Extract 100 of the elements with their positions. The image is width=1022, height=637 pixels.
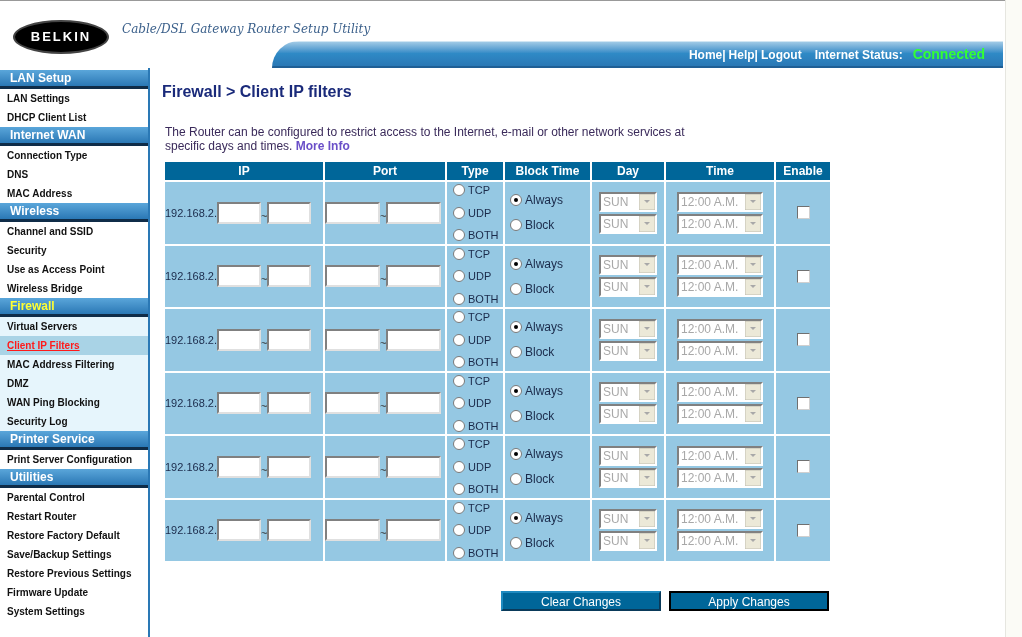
type-radio[interactable] [453, 546, 465, 559]
port-end-field[interactable] [386, 455, 442, 478]
ip-end-field[interactable] [267, 265, 312, 288]
ip-start-field[interactable] [217, 328, 261, 351]
sidebar-link[interactable]: Connection Type [0, 146, 148, 165]
type-radio[interactable] [453, 483, 465, 496]
sidebar-section-header: Firewall [0, 298, 148, 317]
type-label: BOTH [468, 228, 499, 243]
sidebar-link[interactable]: Restart Router [0, 507, 148, 526]
sidebar-link[interactable]: WAN Ping Blocking [0, 393, 148, 412]
type-radio[interactable] [453, 270, 465, 283]
type-radio[interactable] [453, 184, 465, 197]
block-time-radio[interactable] [510, 346, 522, 359]
header-link[interactable]: Help| [728, 45, 758, 64]
ip-start-field[interactable] [217, 265, 261, 288]
block-time-radio[interactable] [510, 473, 522, 486]
type-radio[interactable] [453, 247, 465, 260]
port-start-field[interactable] [325, 392, 380, 415]
sidebar-link[interactable]: DMZ [0, 374, 148, 393]
form-button[interactable]: Apply Changes [669, 591, 829, 611]
sidebar-link[interactable]: Security [0, 241, 148, 260]
ip-end-field[interactable] [267, 455, 312, 478]
port-start-field[interactable] [325, 328, 380, 351]
sidebar-link[interactable]: Print Server Configuration [0, 450, 148, 469]
sidebar-link[interactable]: MAC Address [0, 184, 148, 203]
sidebar-link[interactable]: Security Log [0, 412, 148, 431]
ip-end-field[interactable] [267, 328, 312, 351]
sidebar-link[interactable]: System Settings [0, 602, 148, 621]
type-radio[interactable] [453, 229, 465, 242]
header-link[interactable]: Home| [688, 45, 726, 64]
type-radio[interactable] [453, 356, 465, 369]
block-time-radio[interactable] [510, 257, 522, 270]
type-radio[interactable] [453, 419, 465, 432]
port-start-field[interactable] [325, 265, 380, 288]
ip-start-field[interactable] [217, 455, 261, 478]
ip-start-field[interactable] [217, 519, 261, 542]
sidebar-link[interactable]: DHCP Client List [0, 108, 148, 127]
port-end-field[interactable] [386, 392, 442, 415]
type-radio[interactable] [453, 524, 465, 537]
type-radio[interactable] [453, 311, 465, 324]
port-end-field[interactable] [386, 328, 442, 351]
sidebar-link[interactable]: LAN Settings [0, 89, 148, 108]
enable-checkbox[interactable] [796, 396, 810, 410]
enable-checkbox[interactable] [796, 460, 810, 474]
block-time-radio[interactable] [510, 384, 522, 397]
type-label: UDP [468, 459, 492, 475]
type-radio[interactable] [453, 374, 465, 387]
port-end-field[interactable] [386, 519, 442, 542]
block-time-radio[interactable] [510, 219, 522, 232]
ip-end-field[interactable] [267, 519, 312, 542]
type-radio[interactable] [453, 438, 465, 451]
enable-checkbox[interactable] [796, 206, 810, 220]
sidebar-link[interactable]: Channel and SSID [0, 222, 148, 241]
port-start-field[interactable] [325, 519, 380, 542]
enable-checkbox[interactable] [796, 269, 810, 283]
header-link[interactable]: Logout [761, 45, 802, 64]
type-radio[interactable] [453, 460, 465, 473]
block-time-radio[interactable] [510, 448, 522, 461]
block-time-radio[interactable] [510, 194, 522, 207]
sidebar-link[interactable]: Restore Previous Settings [0, 564, 148, 583]
sidebar-link[interactable]: Restore Factory Default [0, 526, 148, 545]
utility-tagline: Cable/DSL Gateway Router Setup Utility [122, 21, 371, 39]
type-radio[interactable] [453, 292, 465, 305]
port-start-field[interactable] [325, 455, 380, 478]
port-end-field[interactable] [386, 265, 442, 288]
type-label: TCP [468, 183, 490, 198]
block-time-label: Always [525, 319, 563, 337]
sidebar-link[interactable]: Save/Backup Settings [0, 545, 148, 564]
type-radio[interactable] [453, 501, 465, 514]
sidebar-section-header: LAN Setup [0, 70, 148, 89]
column-header: Block Time [505, 162, 590, 180]
block-time-radio[interactable] [510, 321, 522, 334]
port-end-field[interactable] [386, 201, 442, 224]
type-radio[interactable] [453, 397, 465, 410]
port-start-field[interactable] [325, 201, 380, 224]
sidebar-link[interactable]: Parental Control [0, 488, 148, 507]
type-radio[interactable] [453, 206, 465, 219]
ip-end-field[interactable] [267, 392, 312, 415]
ip-start-field[interactable] [217, 201, 261, 224]
form-button[interactable]: Clear Changes [501, 591, 661, 611]
sidebar-link[interactable]: Use as Access Point [0, 260, 148, 279]
sidebar-link[interactable]: MAC Address Filtering [0, 355, 148, 374]
enable-checkbox[interactable] [796, 523, 810, 537]
block-time-radio[interactable] [510, 282, 522, 295]
type-radio[interactable] [453, 333, 465, 346]
block-time-radio[interactable] [510, 536, 522, 549]
range-separator: ~ [380, 208, 387, 224]
sidebar-link[interactable]: Wireless Bridge [0, 279, 148, 298]
sidebar-link[interactable]: Virtual Servers [0, 317, 148, 336]
ip-end-field[interactable] [267, 201, 312, 224]
block-time-radio[interactable] [510, 409, 522, 422]
sidebar-link[interactable]: Firmware Update [0, 583, 148, 602]
block-time-label: Always [525, 509, 563, 527]
ip-start-field[interactable] [217, 392, 261, 415]
sidebar-link[interactable]: DNS [0, 165, 148, 184]
enable-checkbox[interactable] [796, 333, 810, 347]
ip-prefix: 192.168.2. [165, 332, 217, 348]
more-info-link[interactable]: More Info [295, 139, 350, 153]
sidebar-link[interactable]: Client IP Filters [0, 336, 148, 355]
block-time-radio[interactable] [510, 511, 522, 524]
